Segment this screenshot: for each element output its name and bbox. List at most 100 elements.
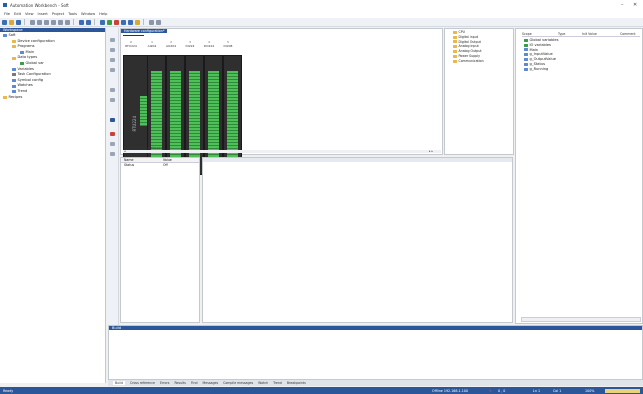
program-icon [524, 48, 528, 52]
terminal-block [170, 71, 181, 171]
variables-scrollbar[interactable] [521, 317, 641, 322]
move-icon[interactable] [110, 48, 115, 52]
tab-messages[interactable]: Messages [202, 381, 218, 385]
menu-file[interactable]: File [4, 12, 10, 16]
folder-icon [453, 30, 457, 34]
select-icon[interactable] [110, 38, 115, 42]
property-name-header: Name [124, 158, 134, 162]
folder-icon [12, 56, 16, 60]
catalog-item[interactable]: Communication [453, 59, 513, 64]
variable-item[interactable]: g_Running [524, 67, 558, 72]
find-icon[interactable] [65, 19, 70, 25]
properties-icon[interactable] [110, 118, 115, 122]
terminal-block [227, 71, 238, 171]
status-line: Ln 1 [533, 388, 541, 393]
stop-icon[interactable] [114, 19, 119, 25]
variable-icon [524, 58, 528, 62]
tab-compile[interactable]: Compile messages [223, 381, 253, 385]
column-header[interactable]: Scope [522, 32, 532, 36]
toolbar-separator [94, 19, 95, 25]
scroll-left-icon[interactable]: ◂ [124, 149, 126, 153]
open-icon[interactable] [9, 19, 14, 25]
menu-project[interactable]: Project [52, 12, 64, 16]
folder-icon [12, 39, 16, 43]
menu-help[interactable]: Help [99, 12, 107, 16]
toolbar-separator [73, 19, 74, 25]
zoom-out-icon[interactable] [110, 98, 115, 102]
logout-icon[interactable] [128, 19, 133, 25]
copy-icon[interactable] [37, 19, 42, 25]
workspace-tree: Soft Device configuration Programs Main … [0, 32, 105, 100]
menu-tools[interactable]: Tools [68, 12, 77, 16]
status-cursor: 0 , 0 [498, 388, 506, 393]
slot-header: 2 AO204 [165, 40, 177, 48]
slot-header: 1 AI204 [147, 40, 157, 48]
menu-view[interactable]: View [25, 12, 34, 16]
tab-find[interactable]: Find [191, 381, 198, 385]
monitor-icon[interactable] [135, 19, 140, 25]
undo-icon[interactable] [51, 19, 56, 25]
tree-item-recipes[interactable]: Recipes [0, 95, 105, 101]
app-icon [3, 3, 7, 7]
build-icon[interactable] [79, 19, 84, 25]
tab-errors[interactable]: Errors [160, 381, 169, 385]
folder-icon [453, 40, 457, 44]
zoom-slider[interactable] [605, 388, 640, 393]
download-icon[interactable] [100, 19, 105, 25]
error-icon[interactable] [110, 132, 115, 136]
minimize-button[interactable]: – [621, 2, 624, 8]
slot-header: 5 DI208 [223, 40, 233, 48]
redo-icon[interactable] [58, 19, 63, 25]
column-header[interactable]: Comment [620, 32, 636, 36]
property-row[interactable]: Status Off [121, 163, 199, 168]
properties-panel: Name Value Status Off [120, 157, 200, 323]
tab-breakpoints[interactable]: Breakpoints [287, 381, 306, 385]
new-icon[interactable] [2, 19, 7, 25]
add-module-icon[interactable] [110, 58, 115, 62]
save-icon[interactable] [16, 19, 21, 25]
folder-icon [3, 95, 7, 99]
symbol-icon [12, 79, 16, 83]
close-button[interactable]: ✕ [633, 2, 637, 8]
paste-icon[interactable] [44, 19, 49, 25]
window-title: Automation Workbench - Soft [10, 3, 69, 8]
login-icon[interactable] [121, 19, 126, 25]
pencil-icon: ✎ [489, 388, 492, 393]
variables-tree: Global variables IO variables Main g_Inp… [524, 38, 558, 72]
delete-module-icon[interactable] [110, 68, 115, 72]
tab-build[interactable]: Build [113, 381, 126, 385]
editor-scrollbar[interactable]: ◂ ▸ ▸ [123, 149, 441, 153]
output-title: Build [109, 326, 642, 330]
menu-window[interactable]: Window [81, 12, 95, 16]
column-header[interactable]: Type [558, 32, 565, 36]
folder-icon [453, 35, 457, 39]
cut-icon[interactable] [30, 19, 35, 25]
variable-icon [524, 67, 528, 71]
run-icon[interactable] [107, 19, 112, 25]
io-icon [524, 43, 528, 47]
title-bar: Automation Workbench - Soft – ✕ [0, 0, 643, 10]
editor-tab[interactable]: Hardware configuration* [121, 29, 168, 33]
status-column: Col 1 [553, 388, 562, 393]
variables-columns: Scope Type Init Value Comment [522, 32, 640, 37]
column-header[interactable]: Init Value [582, 32, 597, 36]
menu-insert[interactable]: Insert [38, 12, 48, 16]
hardware-editor: Hardware configuration* 0 RTU224 1 AI204 2… [120, 28, 443, 175]
rebuild-icon[interactable] [86, 19, 91, 25]
address-icon[interactable] [110, 152, 115, 156]
tab-cross-reference[interactable]: Cross reference [130, 381, 155, 385]
slot-header: 0 RTU224 [125, 40, 137, 48]
terminal-block [189, 71, 200, 171]
info-icon[interactable] [110, 142, 115, 146]
settings-icon[interactable] [149, 19, 154, 25]
slot-header: 4 DO224 [203, 40, 215, 48]
tab-results[interactable]: Results [174, 381, 186, 385]
watch-icon [12, 84, 16, 88]
menu-edit[interactable]: Edit [14, 12, 21, 16]
tab-watch[interactable]: Watch [258, 381, 268, 385]
scroll-right-icon[interactable]: ▸ ▸ [429, 149, 433, 153]
tab-trend[interactable]: Trend [273, 381, 282, 385]
help-icon[interactable] [156, 19, 161, 25]
zoom-in-icon[interactable] [110, 88, 115, 92]
variables-panel: Scope Type Init Value Comment Global var… [515, 28, 643, 324]
